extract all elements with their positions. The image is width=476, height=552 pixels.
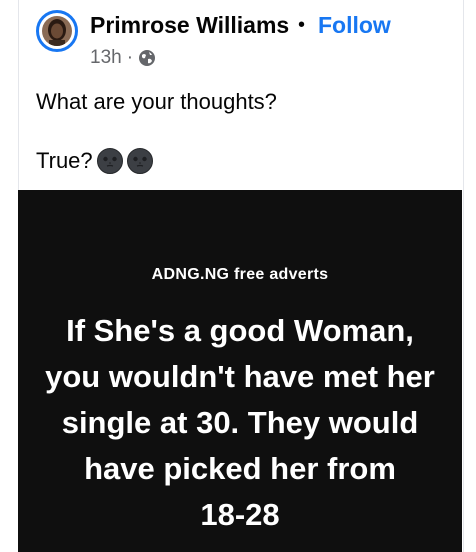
post-image[interactable]: ADNG.NG free adverts If She's a good Wom…	[18, 190, 462, 552]
image-watermark: ADNG.NG free adverts	[151, 266, 329, 283]
quote-line: 18-28	[200, 497, 280, 532]
new-moon-face-icon	[96, 148, 123, 174]
quote-line: have picked her from	[84, 451, 396, 486]
separator-dot: •	[298, 14, 306, 36]
image-quote: If She's a good Woman, you wouldn't have…	[18, 308, 462, 538]
author-avatar[interactable]	[36, 10, 78, 52]
globe-icon[interactable]	[138, 49, 156, 67]
post-text-line: True?	[36, 148, 153, 174]
meta-separator: ·	[126, 47, 134, 68]
author-name[interactable]: Primrose Williams	[90, 12, 289, 39]
new-moon-face-icon	[126, 148, 153, 174]
post-text-true: True?	[36, 148, 93, 173]
avatar-photo	[42, 16, 72, 46]
quote-line: If She's a good Woman,	[66, 313, 414, 348]
quote-line: single at 30. They would	[61, 405, 419, 440]
follow-button[interactable]: Follow	[318, 12, 391, 39]
post-meta: 13h ·	[90, 47, 156, 69]
post-text-line: What are your thoughts?	[36, 89, 277, 114]
post-timestamp[interactable]: 13h	[90, 47, 122, 69]
quote-line: you wouldn't have met her	[45, 359, 435, 394]
